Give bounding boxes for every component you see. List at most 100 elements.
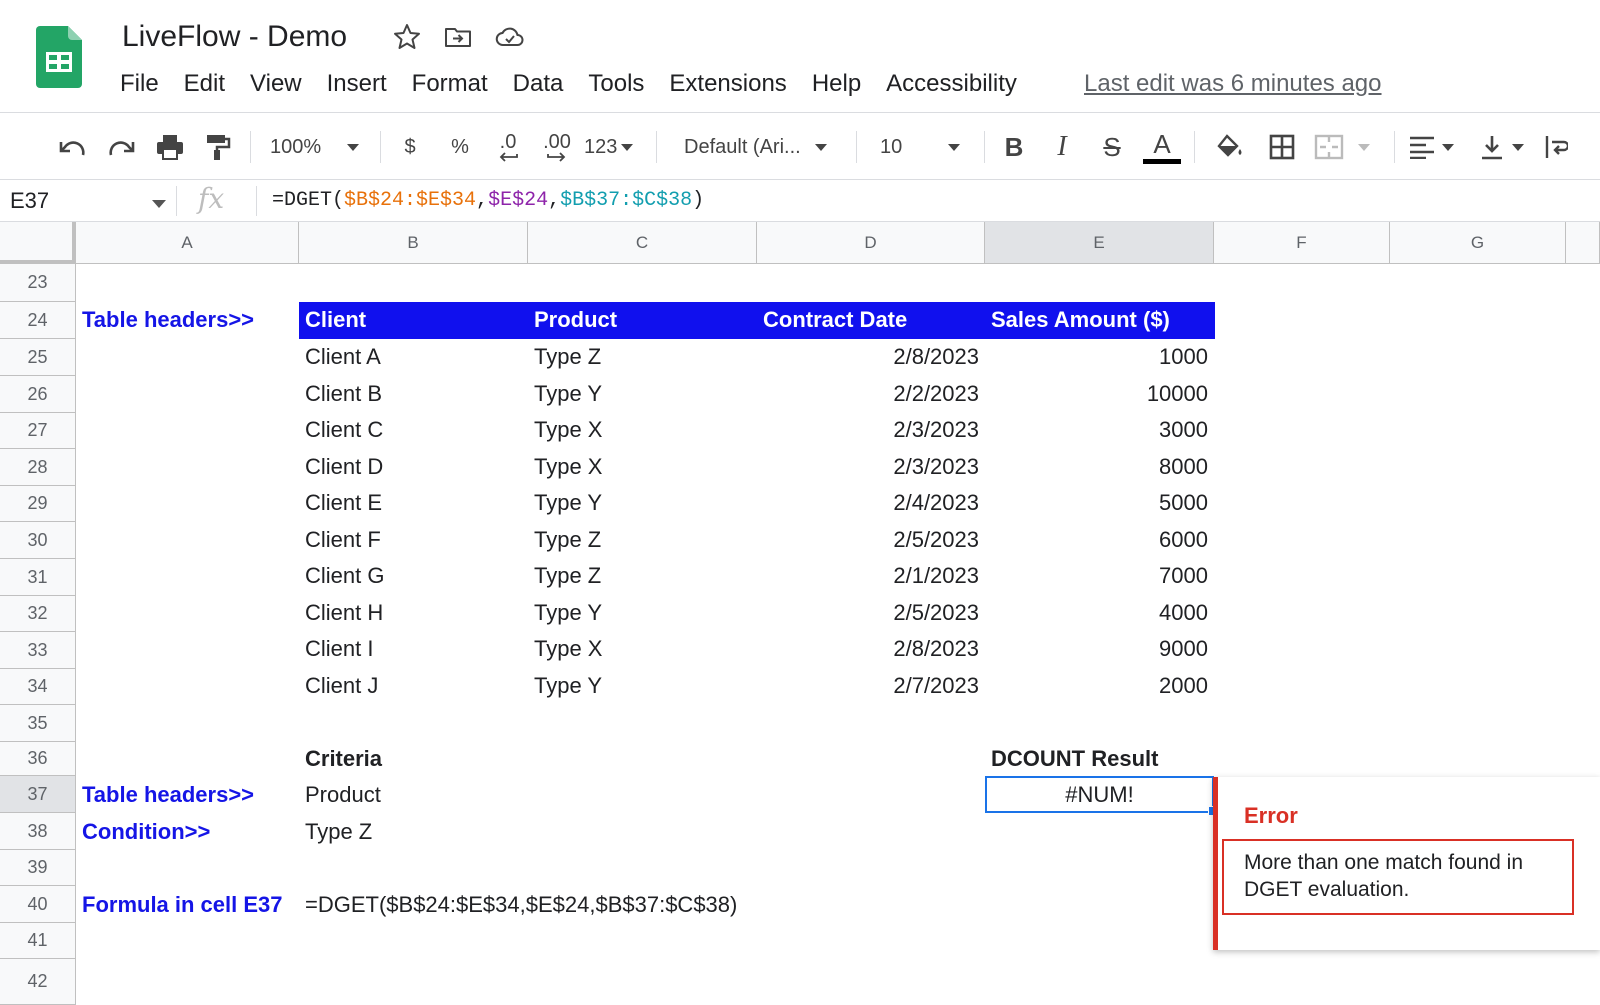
move-folder-icon[interactable] [443,22,473,52]
cell-sales-amount[interactable]: 4000 [985,595,1214,631]
text-wrapping-icon[interactable] [1544,113,1574,181]
cloud-saved-icon[interactable] [495,22,525,52]
table-header-contract-date[interactable]: Contract Date [757,302,913,338]
row-header-37[interactable]: 37 [0,776,76,813]
cell-product[interactable]: Type Y [528,595,608,631]
menu-extensions[interactable]: Extensions [669,70,786,98]
column-header-d[interactable]: D [757,222,985,264]
menu-view[interactable]: View [250,70,302,98]
row-header-38[interactable]: 38 [0,813,76,850]
cell-client[interactable]: Client G [299,558,390,594]
percent-format-button[interactable]: % [442,113,478,181]
column-header-f[interactable]: F [1214,222,1390,264]
cell-sales-amount[interactable]: 7000 [985,558,1214,594]
cell-contract-date[interactable]: 2/3/2023 [757,449,985,485]
cell-sales-amount[interactable]: 3000 [985,412,1214,448]
cell-sales-amount[interactable]: 2000 [985,668,1214,704]
decrease-decimal-button[interactable]: .0 [488,113,528,181]
horizontal-align-icon[interactable] [1408,113,1468,181]
cell-client[interactable]: Client H [299,595,389,631]
cell-sales-amount[interactable]: 10000 [985,376,1214,412]
table-header-product[interactable]: Product [528,302,623,338]
row-header-36[interactable]: 36 [0,742,76,776]
menu-insert[interactable]: Insert [327,70,387,98]
cell-client[interactable]: Client E [299,485,388,521]
row-header-29[interactable]: 29 [0,486,76,522]
fill-color-icon[interactable] [1210,113,1250,181]
menu-tools[interactable]: Tools [588,70,644,98]
cell-contract-date[interactable]: 2/4/2023 [757,485,985,521]
vertical-align-icon[interactable] [1478,113,1538,181]
criteria-value-type-z[interactable]: Type Z [299,814,378,850]
table-header-client[interactable]: Client [299,302,372,338]
font-size-select[interactable]: 10 [880,113,972,181]
paint-format-icon[interactable] [198,113,238,181]
table-header-sales-amount[interactable]: Sales Amount ($) [985,302,1176,338]
menu-help[interactable]: Help [812,70,861,98]
sheets-logo-icon[interactable] [36,26,82,88]
cell-product[interactable]: Type Y [528,376,608,412]
row-header-30[interactable]: 30 [0,522,76,559]
column-header-g[interactable]: G [1390,222,1566,264]
cell-sales-amount[interactable]: 6000 [985,522,1214,558]
borders-icon[interactable] [1262,113,1302,181]
cell-contract-date[interactable]: 2/5/2023 [757,522,985,558]
row-header-34[interactable]: 34 [0,669,76,705]
label-condition[interactable]: Condition>> [76,814,216,850]
cell-client[interactable]: Client C [299,412,389,448]
row-header-31[interactable]: 31 [0,559,76,596]
label-table-headers[interactable]: Table headers>> [76,302,260,338]
cell-client[interactable]: Client F [299,522,387,558]
bold-icon[interactable]: B [996,113,1032,181]
column-header-b[interactable]: B [299,222,528,264]
cell-client[interactable]: Client D [299,449,389,485]
row-header-35[interactable]: 35 [0,705,76,742]
cell-product[interactable]: Type X [528,449,608,485]
strikethrough-icon[interactable]: S [1094,113,1130,181]
document-title[interactable]: LiveFlow - Demo [122,20,347,54]
criteria-label[interactable]: Criteria [299,741,388,777]
label-criteria-headers[interactable]: Table headers>> [76,777,260,813]
select-all-corner[interactable] [0,222,76,264]
cell-sales-amount[interactable]: 5000 [985,485,1214,521]
cell-product[interactable]: Type Z [528,558,607,594]
cell-sales-amount[interactable]: 8000 [985,449,1214,485]
font-family-select[interactable]: Default (Ari... [684,113,844,181]
row-header-32[interactable]: 32 [0,596,76,632]
column-header-h[interactable] [1566,222,1600,264]
cell-product[interactable]: Type Z [528,522,607,558]
currency-format-button[interactable]: $ [392,113,428,181]
row-header-39[interactable]: 39 [0,850,76,886]
zoom-select[interactable]: 100% [270,113,370,181]
row-header-42[interactable]: 42 [0,959,76,1005]
cell-product[interactable]: Type Y [528,668,608,704]
cell-contract-date[interactable]: 2/1/2023 [757,558,985,594]
text-color-icon[interactable]: A [1142,113,1182,181]
menu-file[interactable]: File [120,70,159,98]
row-header-25[interactable]: 25 [0,339,76,376]
cell-sales-amount[interactable]: 9000 [985,631,1214,667]
redo-icon[interactable] [102,113,142,181]
number-format-select[interactable]: 123 [584,113,644,181]
cell-sales-amount[interactable]: 1000 [985,339,1214,375]
row-header-40[interactable]: 40 [0,886,76,923]
column-header-c[interactable]: C [528,222,757,264]
last-edit-link[interactable]: Last edit was 6 minutes ago [1084,70,1382,98]
cell-product[interactable]: Type X [528,631,608,667]
cell-contract-date[interactable]: 2/2/2023 [757,376,985,412]
cell-product[interactable]: Type X [528,412,608,448]
row-header-41[interactable]: 41 [0,923,76,959]
row-header-26[interactable]: 26 [0,376,76,413]
cell-contract-date[interactable]: 2/5/2023 [757,595,985,631]
column-header-e[interactable]: E [985,222,1214,264]
menu-edit[interactable]: Edit [184,70,225,98]
cell-client[interactable]: Client A [299,339,387,375]
cell-client[interactable]: Client I [299,631,379,667]
menu-format[interactable]: Format [412,70,488,98]
row-header-24[interactable]: 24 [0,302,76,339]
undo-icon[interactable] [52,113,92,181]
menu-accessibility[interactable]: Accessibility [886,70,1017,98]
cell-client[interactable]: Client J [299,668,384,704]
cell-contract-date[interactable]: 2/7/2023 [757,668,985,704]
star-icon[interactable] [392,22,422,52]
